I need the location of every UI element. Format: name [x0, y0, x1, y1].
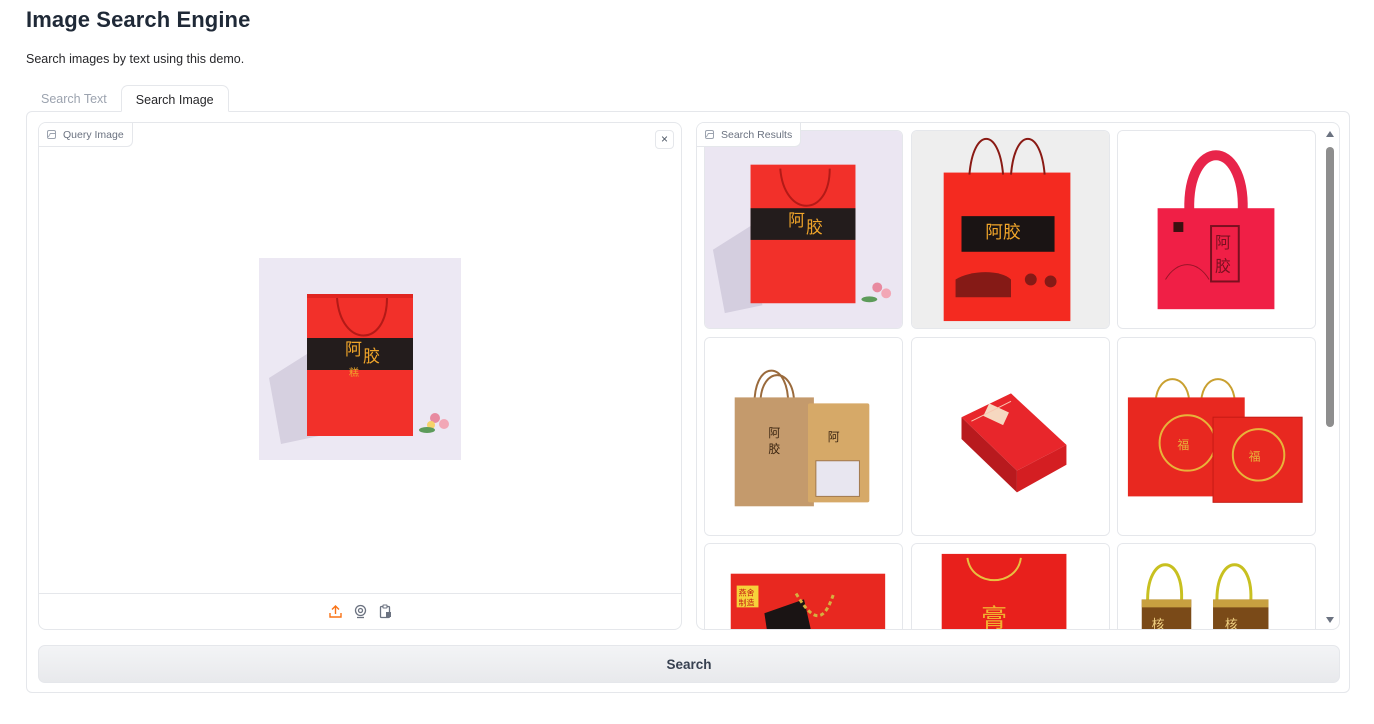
svg-text:燕舍: 燕舍: [739, 587, 755, 597]
tab-search-image[interactable]: Search Image: [120, 85, 229, 112]
svg-text:阿: 阿: [768, 426, 780, 440]
tab-search-text[interactable]: Search Text: [27, 85, 121, 112]
search-button[interactable]: Search: [38, 645, 1340, 683]
result-thumbnail-4[interactable]: 阿 胶 阿: [704, 337, 903, 536]
search-results-label: Search Results: [697, 123, 802, 147]
query-image-label: Query Image: [39, 123, 133, 147]
query-image-label-text: Query Image: [63, 128, 124, 141]
svg-text:胶: 胶: [806, 217, 823, 237]
svg-text:阿胶: 阿胶: [985, 222, 1021, 243]
svg-text:阿: 阿: [345, 340, 362, 360]
results-grid: 阿 胶 阿胶 阿 胶 阿 胶 阿 福 福 燕舍 制造 膏 核 核: [704, 130, 1318, 630]
close-icon: ×: [660, 132, 668, 146]
query-image-toolbar: [39, 593, 681, 629]
image-icon: [47, 130, 56, 139]
page-title: Image Search Engine: [26, 7, 251, 32]
image-icon: [705, 130, 714, 139]
scroll-up-arrow-icon[interactable]: [1326, 131, 1334, 137]
query-image-input[interactable]: Query Image × 阿 胶 糕: [38, 122, 682, 630]
results-scrollbar[interactable]: [1324, 128, 1336, 626]
scrollbar-thumb[interactable]: [1326, 147, 1334, 427]
result-thumbnail-6[interactable]: 福 福: [1117, 337, 1316, 536]
svg-text:阿: 阿: [828, 430, 840, 444]
search-results-gallery: 阿 胶 阿胶 阿 胶 阿 胶 阿 福 福 燕舍 制造 膏 核 核 Search …: [696, 122, 1340, 630]
webcam-icon[interactable]: [353, 604, 368, 619]
svg-text:核: 核: [1225, 618, 1238, 630]
result-thumbnail-8[interactable]: 膏: [911, 543, 1110, 630]
upload-icon[interactable]: [328, 604, 343, 619]
svg-text:膏: 膏: [981, 604, 1007, 630]
query-image: 阿 胶 糕: [259, 258, 461, 460]
tab-bar: Search Text Search Image: [27, 85, 229, 112]
result-thumbnail-7[interactable]: 燕舍 制造: [704, 543, 903, 629]
clipboard-icon[interactable]: [378, 604, 393, 619]
svg-text:阿: 阿: [788, 210, 805, 230]
scroll-down-arrow-icon[interactable]: [1326, 617, 1334, 623]
svg-text:福: 福: [1177, 438, 1189, 452]
svg-text:糕: 糕: [349, 366, 359, 379]
svg-text:胶: 胶: [1215, 257, 1231, 276]
search-results-label-text: Search Results: [721, 128, 793, 141]
page-description: Search images by text using this demo.: [26, 52, 245, 66]
svg-text:核: 核: [1152, 618, 1165, 630]
clear-image-button[interactable]: ×: [655, 130, 674, 149]
result-thumbnail-2[interactable]: 阿胶: [911, 130, 1110, 329]
search-image-panel: Query Image × 阿 胶 糕 阿 胶 阿胶 阿 胶 阿 胶 阿 福 福…: [26, 111, 1350, 693]
result-thumbnail-5[interactable]: [911, 337, 1110, 536]
svg-text:阿: 阿: [1215, 233, 1231, 252]
svg-text:胶: 胶: [363, 347, 380, 367]
svg-text:胶: 胶: [768, 442, 780, 456]
result-thumbnail-1[interactable]: 阿 胶: [704, 130, 903, 329]
result-thumbnail-3[interactable]: 阿 胶: [1117, 130, 1316, 329]
svg-text:福: 福: [1249, 450, 1261, 464]
result-thumbnail-9[interactable]: 核 核: [1117, 543, 1316, 630]
svg-text:制造: 制造: [739, 597, 755, 607]
